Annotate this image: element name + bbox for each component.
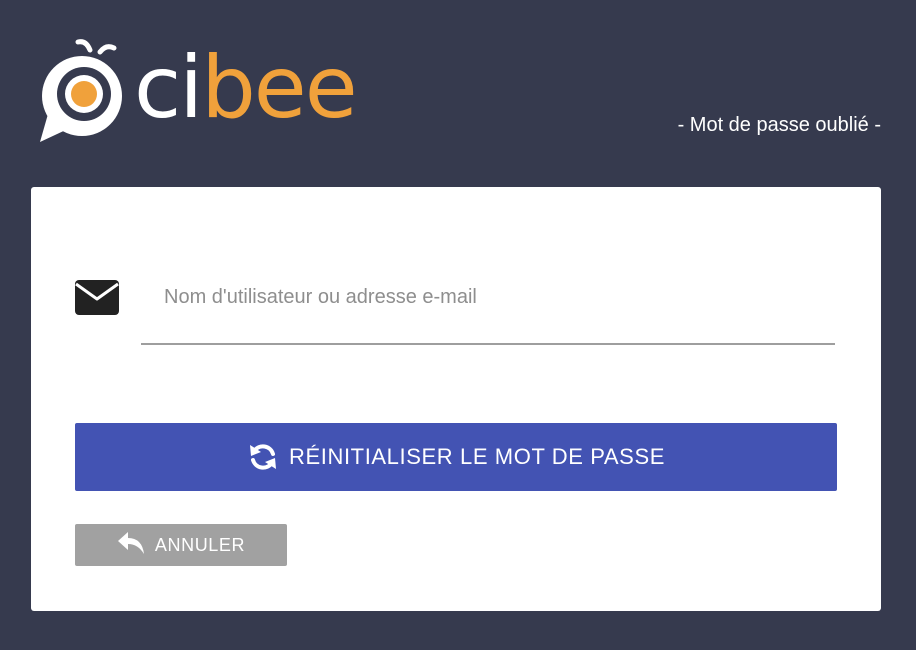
page-subtitle: - Mot de passe oublié - — [677, 114, 881, 136]
reset-password-button[interactable]: RÉINITIALISER LE MOT DE PASSE — [75, 423, 837, 491]
brand-wordmark-bee: bee — [201, 38, 357, 138]
refresh-icon — [249, 444, 276, 470]
username-email-input[interactable] — [141, 277, 835, 317]
page-header: cibee - Mot de passe oublié - — [0, 0, 916, 187]
reply-arrow-icon — [117, 532, 144, 554]
cibee-logo: cibee — [34, 36, 358, 146]
brand-wordmark-ci: ci — [134, 38, 203, 138]
envelope-icon — [75, 280, 119, 315]
cancel-label: ANNULER — [154, 534, 246, 555]
reset-password-card: RÉINITIALISER LE MOT DE PASSE ANNULER — [31, 187, 881, 611]
username-field-container — [141, 277, 835, 345]
brand-wordmark: cibee — [134, 45, 358, 131]
cancel-button[interactable]: ANNULER — [75, 524, 287, 566]
cibee-logo-icon — [40, 39, 122, 142]
reset-password-label: RÉINITIALISER LE MOT DE PASSE — [288, 444, 666, 469]
